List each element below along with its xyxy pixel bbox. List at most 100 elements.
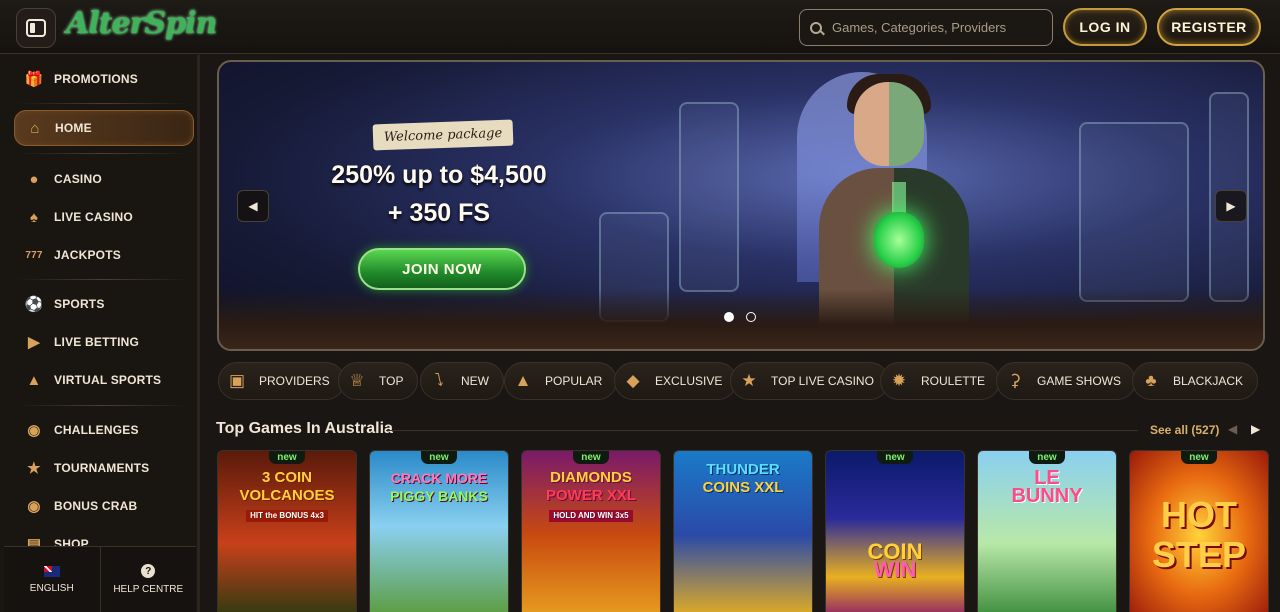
register-button[interactable]: REGISTER: [1157, 8, 1261, 46]
help-centre-button[interactable]: ? HELP CENTRE: [101, 547, 197, 612]
help-icon: ?: [141, 564, 156, 578]
see-all-link[interactable]: See all (527): [1150, 423, 1219, 437]
chip-label: GAME SHOWS: [1037, 374, 1122, 388]
banner-offer: 250% up to $4,500 + 350 FS: [299, 156, 579, 232]
flame-icon: ▲: [514, 371, 532, 390]
sidebar-item-live-betting[interactable]: ▶ LIVE BETTING: [14, 324, 194, 360]
sidebar-divider: [16, 153, 190, 154]
sidebar-item-tournaments[interactable]: ★ TOURNAMENTS: [14, 450, 194, 486]
sidebar-item-bonus-crab[interactable]: ◉ BONUS CRAB: [14, 488, 194, 524]
new-badge: new: [1029, 451, 1065, 464]
sidebar-item-label: BONUS CRAB: [54, 499, 138, 513]
chip-top-live-casino[interactable]: ★ TOP LIVE CASINO: [730, 362, 889, 400]
chip-popular[interactable]: ▲ POPULAR: [504, 362, 618, 400]
777-icon: 777: [25, 249, 43, 261]
new-badge: new: [421, 451, 457, 464]
slide-dot-2[interactable]: [746, 312, 756, 322]
chip-roulette[interactable]: ✹ ROULETTE: [880, 362, 1001, 400]
sidebar-item-label: PROMOTIONS: [54, 72, 139, 86]
sidebar-item-home[interactable]: ⌂ HOME: [14, 110, 194, 146]
sidebar-divider: [16, 103, 190, 104]
sidebar-item-label: LIVE BETTING: [54, 335, 140, 349]
game-card[interactable]: new DIAMONDS POWER XXL HOLD AND WIN 3x5: [521, 450, 661, 612]
login-button[interactable]: LOG IN: [1063, 8, 1147, 46]
crown-icon: ♕: [349, 371, 365, 390]
language-selector[interactable]: ENGLISH: [4, 547, 101, 612]
promo-banner[interactable]: Welcome package 250% up to $4,500 + 350 …: [217, 60, 1265, 351]
star-icon: ★: [741, 371, 757, 390]
offer-line-1: 250% up to $4,500: [331, 161, 547, 189]
game-card[interactable]: new HOT STEP: [1129, 450, 1269, 612]
chip-exclusive[interactable]: ◆ EXCLUSIVE: [614, 362, 738, 400]
sidebar-item-live-casino[interactable]: ♠ LIVE CASINO: [14, 199, 194, 235]
card-icon: ♠: [29, 208, 39, 226]
sidebar-item-label: HOME: [55, 121, 92, 135]
banner-art-glassware: [1079, 122, 1189, 302]
lightning-icon: ⭝: [434, 371, 444, 390]
chip-label: EXCLUSIVE: [655, 374, 723, 388]
game-title: COIN WIN: [867, 539, 923, 582]
welcome-package-tag: Welcome package: [372, 119, 514, 151]
home-icon: ⌂: [30, 119, 40, 137]
new-badge: new: [269, 451, 305, 464]
game-title: THUNDER COINS XXL: [702, 461, 784, 496]
sidebar-item-label: TOURNAMENTS: [54, 461, 150, 475]
search-input[interactable]: [832, 20, 1032, 35]
chevron-left-icon: ◀: [1228, 422, 1238, 436]
game-card[interactable]: THUNDER COINS XXL: [673, 450, 813, 612]
games-next-button[interactable]: ▶: [1251, 422, 1260, 436]
language-label: ENGLISH: [29, 582, 74, 594]
search-box[interactable]: [799, 9, 1053, 46]
sidebar-item-label: LIVE CASINO: [54, 210, 133, 224]
game-title: CRACK MORE PIGGY BANKS: [390, 470, 488, 504]
chip-label: TOP: [379, 374, 404, 388]
game-card[interactable]: new CRACK MORE PIGGY BANKS: [369, 450, 509, 612]
chip-providers[interactable]: ▣ PROVIDERS: [218, 362, 345, 400]
chip-top[interactable]: ♕ TOP: [338, 362, 419, 400]
sidebar-toggle-button[interactable]: [16, 8, 56, 48]
sidebar-item-label: VIRTUAL SPORTS: [54, 373, 162, 387]
chip-label: POPULAR: [545, 374, 603, 388]
banner-art-glassware: [679, 102, 739, 292]
game-card[interactable]: new LE BUNNY: [977, 450, 1117, 612]
game-card[interactable]: new 3 COIN VOLCANOES HIT the BONUS 4x3: [217, 450, 357, 612]
sidebar: 🎁 PROMOTIONS ⌂ HOME ● CASINO ♠ LIVE CASI…: [0, 55, 200, 612]
chip-label: BLACKJACK: [1173, 374, 1244, 388]
banner-next-button[interactable]: ▶: [1215, 190, 1247, 222]
search-icon: [810, 21, 822, 34]
join-now-button[interactable]: JOIN NOW: [358, 248, 526, 290]
sidebar-item-virtual-sports[interactable]: ▲ VIRTUAL SPORTS: [14, 362, 194, 398]
sidebar-item-challenges[interactable]: ◉ CHALLENGES: [14, 412, 194, 448]
games-prev-button[interactable]: ◀: [1228, 422, 1237, 436]
chip-label: ROULETTE: [921, 374, 986, 388]
game-title: DIAMONDS POWER XXL HOLD AND WIN 3x5: [545, 469, 636, 522]
banner-prev-button[interactable]: ◀: [237, 190, 269, 222]
logo[interactable]: AlterSpin: [66, 6, 217, 41]
banner-art-flask: [874, 182, 924, 272]
page: AlterSpin LOG IN REGISTER 🎁 PROMOTIONS ⌂…: [0, 0, 1280, 612]
new-badge: new: [1181, 451, 1217, 464]
sidebar-footer: ENGLISH ? HELP CENTRE: [4, 546, 196, 612]
header: AlterSpin LOG IN REGISTER: [0, 0, 1280, 54]
book-icon: ▣: [228, 371, 246, 390]
chip-blackjack[interactable]: ♣ BLACKJACK: [1132, 362, 1259, 400]
chevron-right-icon: ▶: [1251, 422, 1261, 436]
microphone-icon: ⚳: [1008, 371, 1022, 390]
sidebar-item-jackpots[interactable]: 777 JACKPOTS: [14, 237, 194, 273]
game-title: HOT STEP: [1151, 494, 1247, 575]
crab-icon: ◉: [27, 498, 41, 515]
sidebar-item-label: SPORTS: [54, 297, 105, 311]
slide-dot-1[interactable]: [724, 312, 734, 322]
chip-game-shows[interactable]: ⚳ GAME SHOWS: [996, 362, 1137, 400]
chip-new[interactable]: ⭝ NEW: [420, 362, 504, 400]
new-badge: new: [877, 451, 913, 464]
game-title: LE BUNNY: [1011, 467, 1083, 507]
help-centre-label: HELP CENTRE: [113, 584, 184, 595]
sidebar-item-sports[interactable]: ⚽ SPORTS: [14, 286, 194, 322]
sidebar-item-casino[interactable]: ● CASINO: [14, 161, 194, 197]
play-icon: ▶: [28, 334, 40, 351]
chip-label: PROVIDERS: [259, 374, 330, 388]
game-card[interactable]: new COIN WIN: [825, 450, 965, 612]
sidebar-item-promotions[interactable]: 🎁 PROMOTIONS: [14, 61, 194, 97]
cherries-icon: ●: [29, 170, 39, 188]
